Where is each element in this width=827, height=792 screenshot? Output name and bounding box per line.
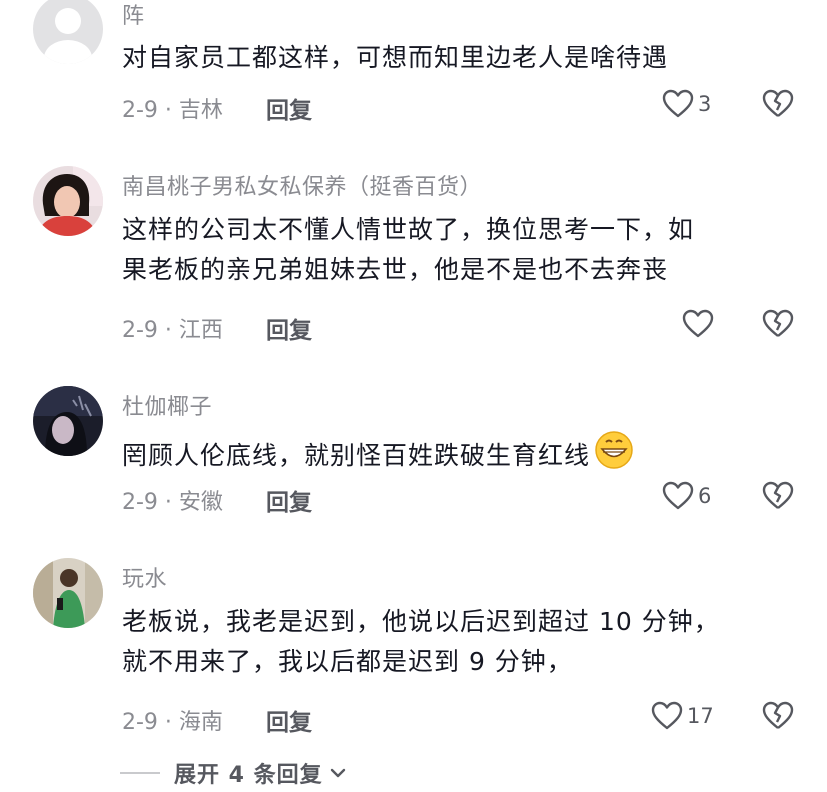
broken-heart-icon bbox=[762, 701, 794, 729]
like-count: 3 bbox=[698, 92, 712, 116]
broken-heart-icon bbox=[762, 309, 794, 337]
like-button[interactable]: 3 bbox=[662, 89, 711, 119]
heart-icon bbox=[662, 481, 694, 510]
expand-replies-label: 展开 4 条回复 bbox=[174, 763, 323, 788]
comment-meta: 2-9 · 吉林 bbox=[122, 98, 223, 123]
heart-icon bbox=[682, 309, 714, 338]
avatar[interactable] bbox=[33, 558, 103, 628]
comment-text-line: 对自家员工都这样，可想而知里边老人是啥待遇 bbox=[122, 43, 669, 72]
reply-button[interactable]: 回复 bbox=[266, 483, 312, 517]
comment-text: 对自家员工都这样，可想而知里边老人是啥待遇 bbox=[122, 38, 802, 78]
username[interactable]: 杜伽椰子 bbox=[122, 389, 212, 421]
comment-meta: 2-9 · 江西 bbox=[122, 318, 223, 343]
like-button[interactable]: 6 bbox=[662, 481, 711, 511]
avatar[interactable] bbox=[33, 386, 103, 456]
comment-text: 这样的公司太不懂人情世故了，换位思考一下，如 果老板的亲兄弟姐妹去世，他是不是也… bbox=[122, 210, 802, 290]
expand-replies-button[interactable]: 展开 4 条回复 bbox=[120, 757, 347, 789]
reply-button[interactable]: 回复 bbox=[266, 91, 312, 125]
dislike-button[interactable] bbox=[762, 89, 794, 123]
reply-button[interactable]: 回复 bbox=[266, 703, 312, 737]
comment-meta: 2-9 · 安徽 bbox=[122, 490, 223, 515]
broken-heart-icon bbox=[762, 481, 794, 509]
avatar[interactable] bbox=[33, 0, 103, 64]
like-count: 6 bbox=[698, 484, 712, 508]
like-button[interactable]: 17 bbox=[651, 701, 714, 731]
reply-button[interactable]: 回复 bbox=[266, 311, 312, 345]
dislike-button[interactable] bbox=[762, 481, 794, 515]
broken-heart-icon bbox=[762, 89, 794, 117]
heart-icon bbox=[651, 701, 683, 730]
comment-text: 罔顾人伦底线，就别怪百姓跌破生育红线 bbox=[122, 430, 802, 482]
grinning-emoji-icon bbox=[594, 430, 634, 482]
comment-text-line: 这样的公司太不懂人情世故了，换位思考一下，如 bbox=[122, 215, 695, 244]
avatar[interactable] bbox=[33, 166, 103, 236]
comment-text-line: 罔顾人伦底线，就别怪百姓跌破生育红线 bbox=[122, 430, 802, 482]
divider bbox=[120, 772, 160, 774]
username[interactable]: 阵 bbox=[122, 0, 145, 30]
comment-text: 老板说，我老是迟到，他说以后迟到超过 10 分钟， 就不用来了，我以后都是迟到 … bbox=[122, 602, 802, 682]
like-count: 17 bbox=[687, 704, 714, 728]
comment-text-line: 就不用来了，我以后都是迟到 9 分钟， bbox=[122, 647, 573, 676]
comment-text-line: 老板说，我老是迟到，他说以后迟到超过 10 分钟， bbox=[122, 607, 720, 636]
dislike-button[interactable] bbox=[762, 309, 794, 343]
heart-icon bbox=[662, 89, 694, 118]
comment-meta: 2-9 · 海南 bbox=[122, 710, 223, 735]
comment-text-content: 罔顾人伦底线，就别怪百姓跌破生育红线 bbox=[122, 441, 591, 470]
username[interactable]: 玩水 bbox=[122, 561, 167, 593]
username[interactable]: 南昌桃子男私女私保养（挺香百货） bbox=[122, 169, 482, 201]
dislike-button[interactable] bbox=[762, 701, 794, 735]
like-button[interactable] bbox=[682, 309, 718, 339]
comment-text-line: 果老板的亲兄弟姐妹去世，他是不是也不去奔丧 bbox=[122, 255, 669, 284]
chevron-down-icon bbox=[330, 768, 345, 778]
